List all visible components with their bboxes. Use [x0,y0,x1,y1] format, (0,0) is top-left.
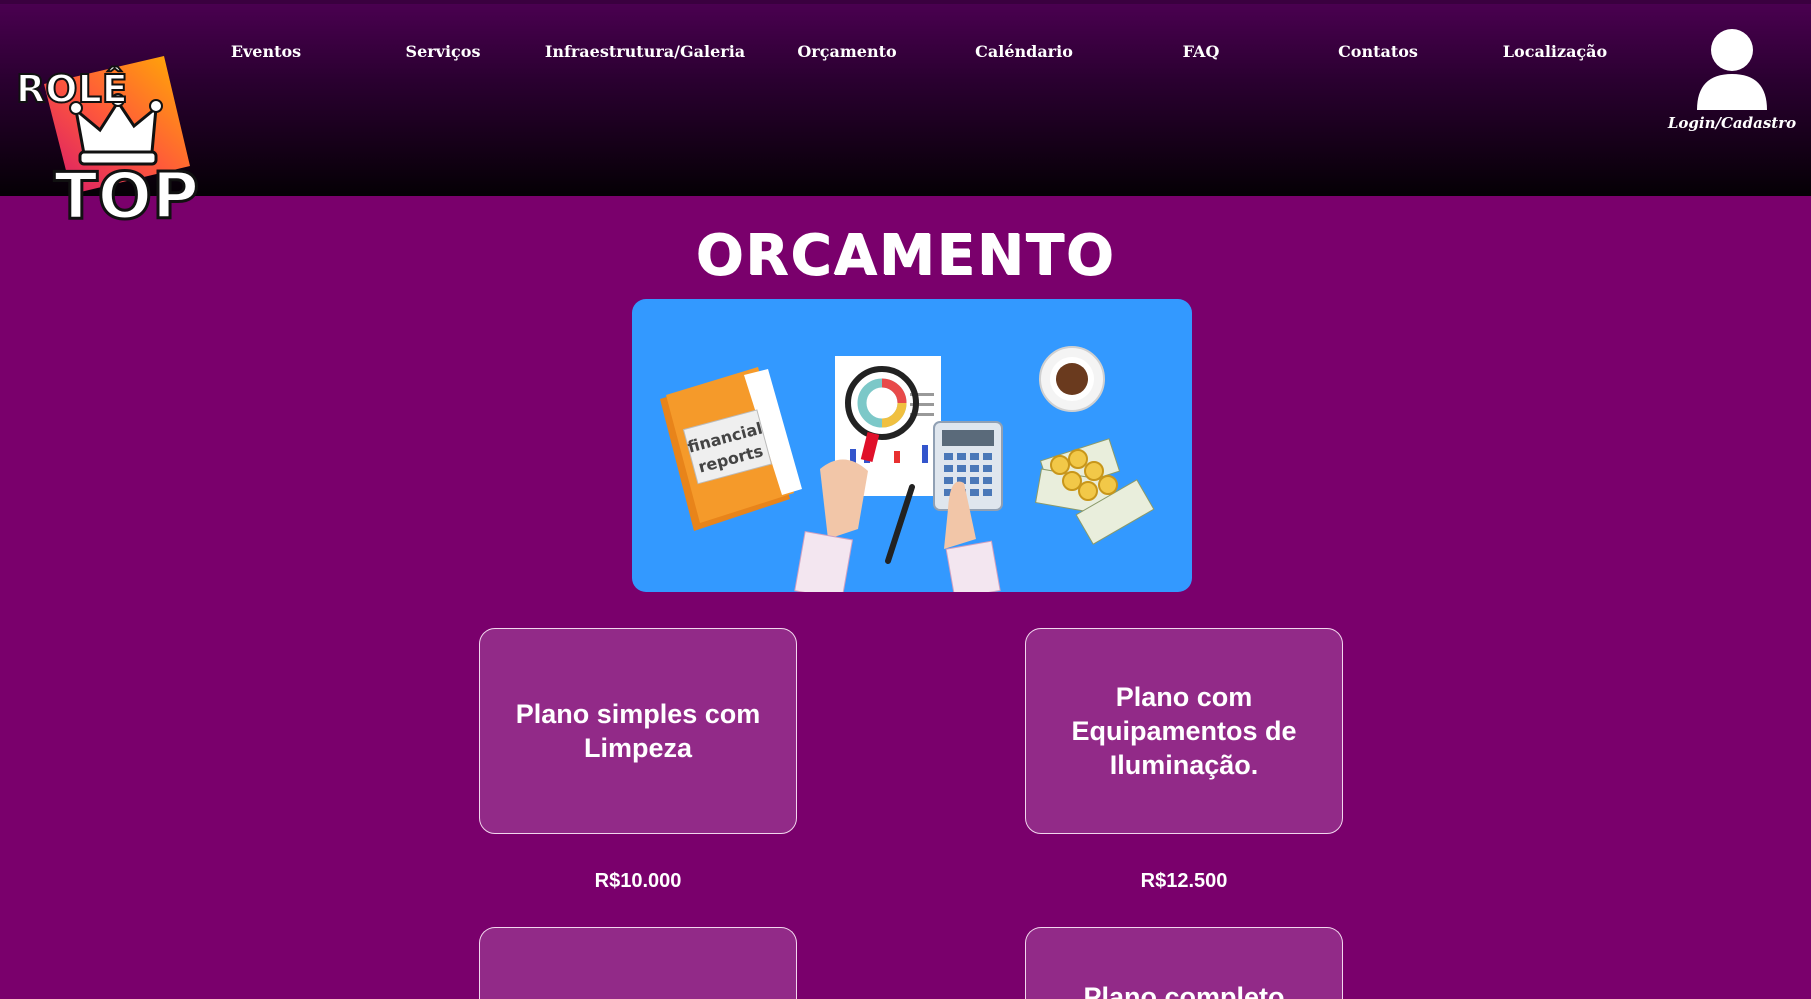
nav-item-localizacao[interactable]: Localização [1503,42,1607,61]
plan-card-iluminacao[interactable]: Plano com Equipamentos de Iluminação. [1025,628,1343,834]
calculator-icon [933,421,1003,511]
login-cadastro-button[interactable]: Login/Cadastro [1666,28,1798,138]
plan-title: Plano simples com Limpeza [515,699,761,763]
user-icon [1697,29,1767,110]
login-cadastro-label: Login/Cadastro [1667,114,1797,132]
main-nav: Eventos Serviços Infraestrutura/Galeria … [0,42,1811,66]
folder-icon: financial reports [660,367,802,531]
page-title: ORCAMENTO [695,222,1116,288]
nav-item-orcamento[interactable]: Orçamento [797,42,896,61]
plan-title: Plano completo com [1083,982,1285,999]
nav-item-contatos[interactable]: Contatos [1338,42,1418,61]
nav-item-infraestrutura-galeria[interactable]: Infraestrutura/Galeria [545,42,745,61]
top-navigation-bar: Eventos Serviços Infraestrutura/Galeria … [0,0,1811,196]
plan-card-completo[interactable]: Plano completo com [1025,927,1343,999]
plan-title: Plano com Equipamentos de Iluminação. [1071,682,1297,780]
coffee-cup-icon [1039,346,1105,412]
logo-text-role: ROLÊ [16,67,128,111]
nav-item-calendario[interactable]: Caléndario [975,42,1073,61]
money-stack-icon [1035,438,1155,545]
nav-item-servicos[interactable]: Serviços [406,42,481,61]
nav-item-faq[interactable]: FAQ [1183,42,1220,61]
logo-text-top: TOP [54,160,199,228]
plan-price: R$12.500 [1140,870,1228,892]
left-hand-icon [820,459,868,539]
role-top-logo[interactable]: ROLÊ TOP [14,56,246,236]
plan-card-limpeza[interactable]: Plano simples com Limpeza [479,628,797,834]
plan-card-3[interactable] [479,927,797,999]
pen-icon [885,484,915,564]
hero-image: financial reports [632,299,1192,592]
plan-price: R$10.000 [594,870,682,892]
